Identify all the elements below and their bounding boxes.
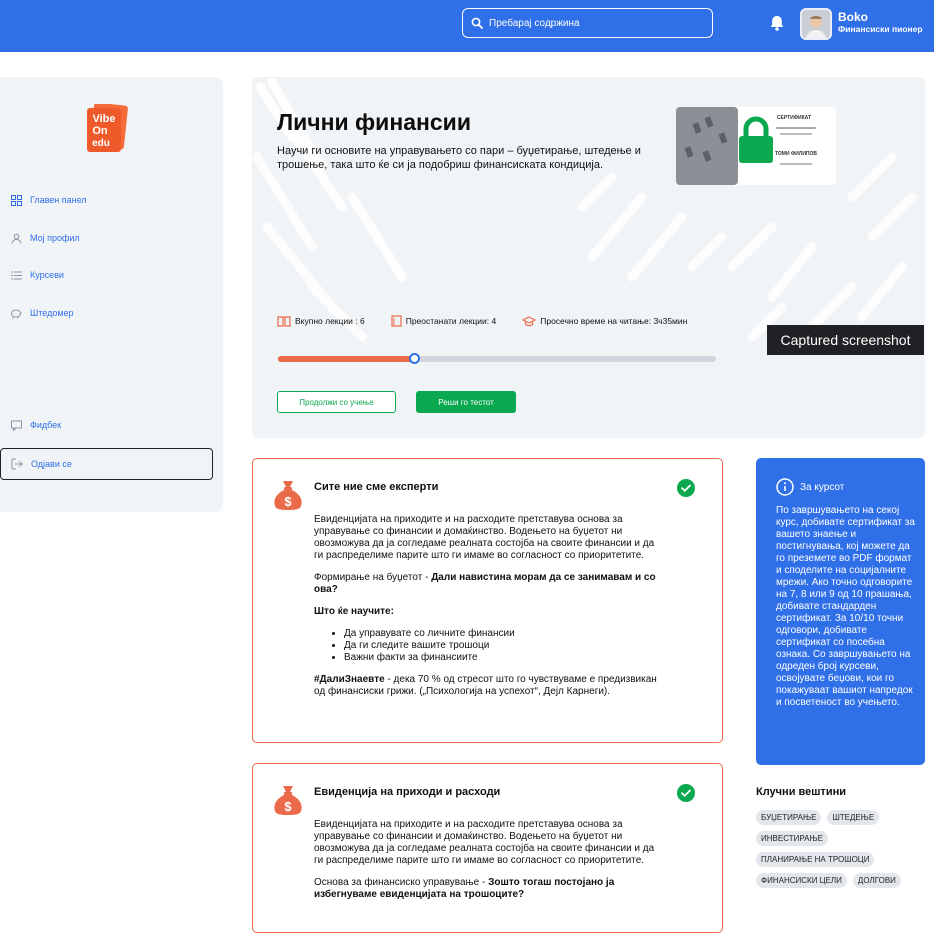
feedback-icon: [10, 419, 22, 431]
lesson-card[interactable]: $ Сите ние сме експерти Евиденцијата на …: [252, 458, 723, 743]
lesson-paragraph: Евиденцијата на приходите и на расходите…: [314, 819, 655, 866]
fact-paragraph: #ДалиЗнаевте - дека 70 % од стресот што …: [314, 674, 664, 698]
logout-label: Одјави се: [31, 459, 72, 469]
skill-tag: ФИНАНСИСКИ ЦЕЛИ: [756, 873, 847, 888]
about-course-panel: За курсот По завршувањето на секој курс,…: [756, 458, 925, 765]
avatar-photo-icon: [802, 10, 830, 38]
learn-heading-text: Што ќе научите:: [314, 606, 394, 617]
about-heading-text: За курсот: [800, 481, 845, 493]
list-icon: [10, 269, 22, 281]
lesson-body: Евиденцијата на приходите и на расходите…: [314, 819, 664, 911]
skill-tag: БУЏЕТИРАЊЕ: [756, 810, 822, 825]
user-role: Финансиски пионер: [838, 24, 923, 34]
about-text: По завршувањето на секој курс, добивате …: [776, 505, 915, 708]
lesson-title: Евиденција на приходи и расходи: [314, 786, 501, 798]
check-circle-icon: [677, 479, 695, 497]
reading-time-text: Просечно време на читање: 3ч35мин: [540, 316, 688, 326]
list-item: Да ги следите вашите трошоци: [344, 640, 664, 652]
progress-fill: [278, 356, 414, 362]
svg-text:$: $: [284, 494, 292, 509]
skill-tag: ДОЛГОВИ: [852, 873, 901, 888]
skill-tag: ИНВЕСТИРАЊЕ: [756, 831, 828, 846]
remaining-lectures-text: Преостанати лекции: 4: [405, 316, 497, 326]
lesson-card[interactable]: $ Евиденција на приходи и расходи Евиден…: [252, 763, 723, 933]
skill-tag: ПЛАНИРАЊЕ НА ТРОШОЦИ: [756, 852, 875, 867]
logout-row: Одјави се: [11, 458, 72, 470]
course-progress-bar: [278, 353, 716, 364]
lesson-paragraph: Евиденцијата на приходите и на расходите…: [314, 514, 655, 561]
sidebar-item-label: Мој профил: [30, 233, 80, 243]
sidebar-item-courses[interactable]: Курсеви: [10, 269, 64, 281]
book-icon: [277, 316, 291, 327]
learn-heading: Што ќе научите:: [314, 606, 664, 618]
progress-knob[interactable]: [408, 353, 420, 364]
course-title: Лични финансии: [277, 109, 471, 135]
money-bag-icon: $: [274, 481, 302, 510]
sidebar: Vibe On edu Главен панел Мој профил Курс…: [0, 77, 223, 512]
about-heading: За курсот: [776, 478, 844, 496]
list-item: Да управувате со личните финансии: [344, 628, 664, 640]
lesson-text: Формирање на буџетот -: [314, 572, 432, 583]
certificate-heading: СЕРТИФИКАТ: [777, 115, 811, 121]
document-icon: [391, 315, 402, 327]
sidebar-item-label: Штедомер: [30, 308, 74, 318]
svg-text:Vibe: Vibe: [92, 113, 115, 125]
search-input[interactable]: [489, 17, 689, 29]
skill-tag: ШТЕДЕЊЕ: [827, 810, 880, 825]
vibe-on-edu-logo: Vibe On edu: [87, 104, 128, 152]
certificate-image: СЕРТИФИКАТ ТОМИ ФИЛИПОВ: [676, 107, 836, 185]
sidebar-item-label: Курсеви: [30, 270, 64, 280]
svg-text:$: $: [284, 799, 292, 814]
list-item: Важни факти за финансиите: [344, 652, 664, 664]
money-bag-icon: $: [274, 786, 302, 815]
svg-text:On: On: [92, 125, 108, 137]
lesson-title: Сите ние сме експерти: [314, 481, 439, 493]
course-description: Научи ги основите на управувањето со пар…: [277, 145, 641, 171]
course-stats: Вкупно лекции : 6 Преостанати лекции: 4 …: [277, 315, 713, 327]
search-icon: [471, 17, 483, 29]
logout-button[interactable]: Одјави се: [0, 448, 213, 480]
stat-remaining-lectures: Преостанати лекции: 4: [391, 315, 497, 327]
lesson-body: Евиденцијата на приходите и на расходите…: [314, 514, 664, 708]
capture-tooltip: Captured screenshot: [767, 325, 924, 355]
total-lectures-text: Вкупно лекции : 6: [295, 316, 365, 326]
graduation-cap-icon: [522, 316, 537, 327]
course-hero: Лични финансии Научи ги основите на упра…: [252, 77, 925, 438]
fact-tag: #ДалиЗнаевте: [314, 674, 385, 685]
stat-total-lectures: Вкупно лекции : 6: [277, 315, 365, 327]
skills-title: Клучни вештини: [756, 786, 846, 798]
logout-icon: [11, 458, 23, 470]
sidebar-item-profile[interactable]: Мој профил: [10, 232, 80, 244]
check-circle-icon: [677, 784, 695, 802]
piggy-bank-icon: [10, 307, 22, 319]
skills-tags: БУЏЕТИРАЊЕ ШТЕДЕЊЕ ИНВЕСТИРАЊЕ ПЛАНИРАЊЕ…: [756, 810, 926, 894]
continue-learning-button[interactable]: Продолжи со учење: [277, 391, 396, 413]
lesson-paragraph: Основа за финансиско управување - Зошто …: [314, 877, 664, 901]
search-box[interactable]: [462, 8, 713, 38]
sidebar-item-label: Фидбек: [30, 420, 62, 430]
lesson-text: Основа за финансиско управување -: [314, 877, 489, 888]
dashboard-icon: [10, 194, 22, 206]
learn-list: Да управувате со личните финансии Да ги …: [330, 628, 664, 664]
sidebar-item-dashboard[interactable]: Главен панел: [10, 194, 87, 206]
bell-icon[interactable]: [768, 14, 786, 32]
sidebar-item-savings[interactable]: Штедомер: [10, 307, 74, 319]
stat-reading-time: Просечно време на читање: 3ч35мин: [522, 315, 687, 327]
user-name: Boko: [838, 10, 868, 24]
certificate-name: ТОМИ ФИЛИПОВ: [775, 151, 817, 157]
sidebar-item-label: Главен панел: [30, 195, 87, 205]
info-icon: [776, 478, 794, 496]
top-bar: Boko Финансиски пионер: [0, 0, 934, 52]
take-test-button[interactable]: Реши го тестот: [416, 391, 516, 413]
avatar[interactable]: [800, 8, 832, 40]
sidebar-item-feedback[interactable]: Фидбек: [10, 419, 61, 431]
user-icon: [10, 232, 22, 244]
lesson-paragraph: Формирање на буџетот - Дали навистина мо…: [314, 572, 664, 596]
svg-text:edu: edu: [92, 138, 110, 149]
